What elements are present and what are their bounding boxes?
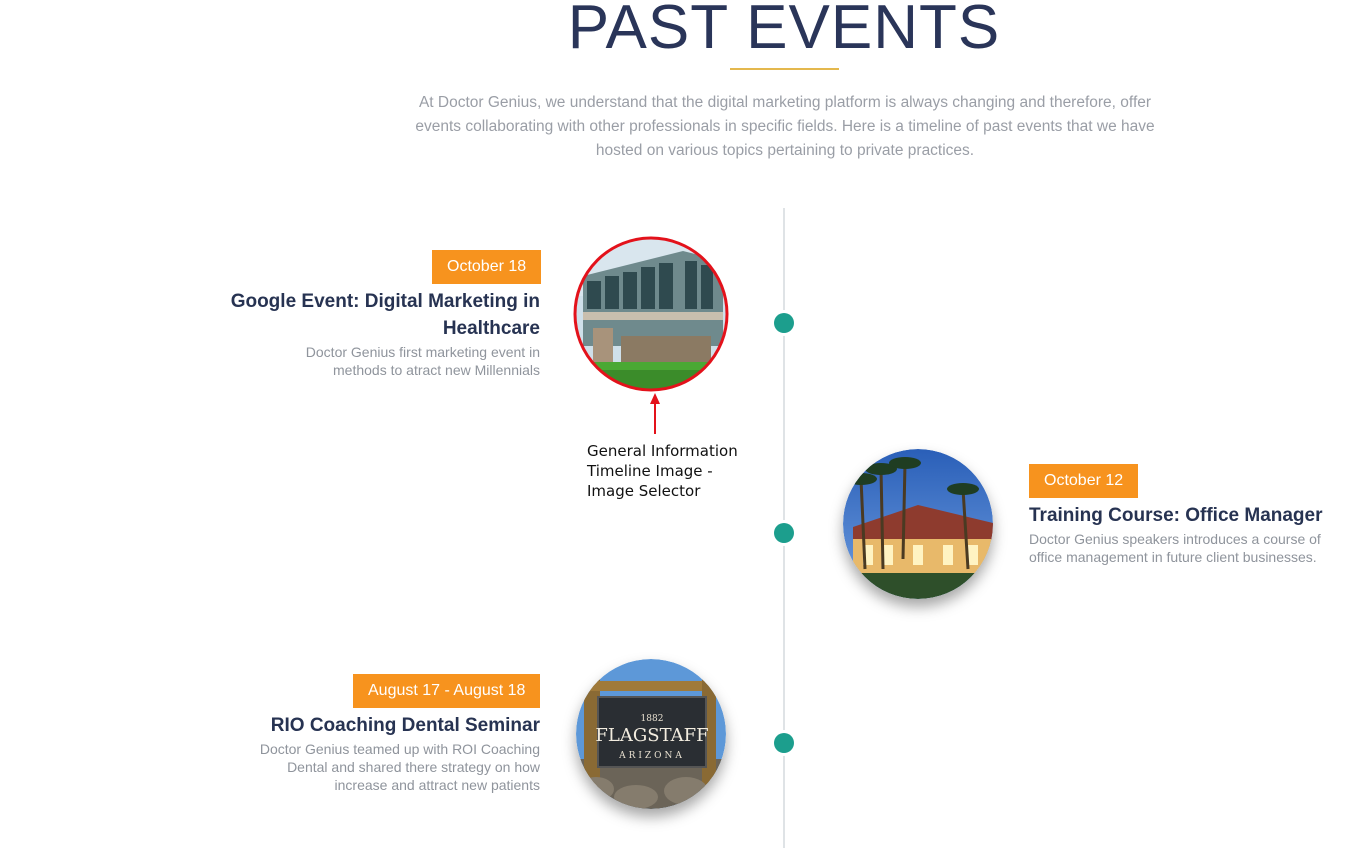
- event-date-badge: October 18: [432, 250, 542, 284]
- office-building-photo-icon: [573, 236, 729, 392]
- event-image-flagstaff[interactable]: 1882 FLAGSTAFF ARIZONA: [576, 659, 726, 809]
- event-date-badge: August 17 - August 18: [353, 674, 541, 708]
- timeline-dot: [774, 733, 794, 753]
- event-image-resort[interactable]: [843, 449, 993, 599]
- svg-text:1882: 1882: [641, 714, 664, 724]
- timeline-dot: [774, 313, 794, 333]
- annotation-label: General Information Timeline Image - Ima…: [587, 442, 738, 500]
- event-description: Doctor Genius speakers introduces a cour…: [1029, 531, 1321, 565]
- svg-text:ARIZONA: ARIZONA: [618, 751, 685, 761]
- event-date-badge: October 12: [1029, 464, 1139, 498]
- timeline-dot: [774, 523, 794, 543]
- resort-palm-trees-photo-icon: [843, 449, 993, 599]
- flagstaff-sign-photo-icon: 1882 FLAGSTAFF ARIZONA: [576, 659, 726, 809]
- event-title[interactable]: RIO Coaching Dental Seminar: [240, 712, 540, 739]
- intro-text: At Doctor Genius, we understand that the…: [415, 94, 1155, 159]
- event-image-office-building[interactable]: [573, 236, 729, 392]
- page-title: PAST EVENTS: [567, 0, 1001, 62]
- title-divider: [730, 68, 839, 70]
- event-title[interactable]: Google Event: Digital Marketing in Healt…: [230, 288, 540, 342]
- annotation-arrow-icon: [650, 393, 660, 434]
- event-title[interactable]: Training Course: Office Manager: [1029, 502, 1349, 529]
- event-description: Doctor Genius teamed up with ROI Coachin…: [259, 741, 540, 793]
- event-description: Doctor Genius first marketing event in m…: [305, 344, 540, 378]
- svg-text:FLAGSTAFF: FLAGSTAFF: [595, 725, 708, 746]
